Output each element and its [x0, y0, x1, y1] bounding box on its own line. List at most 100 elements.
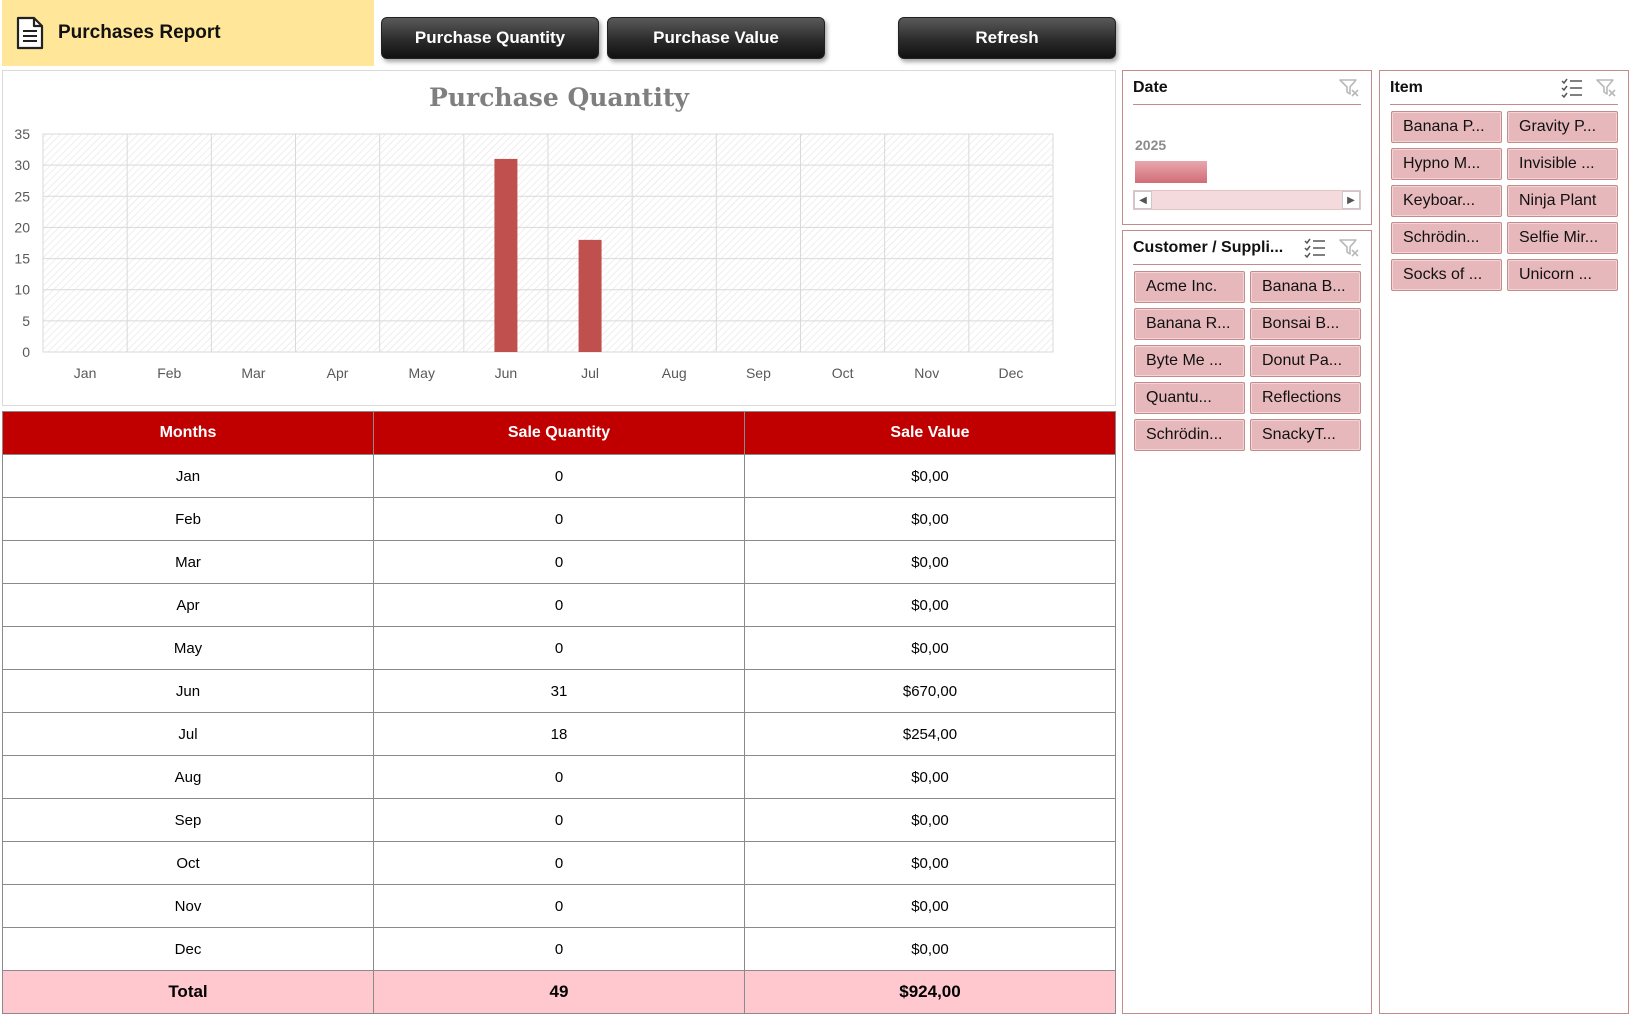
month-cell: Sep	[2, 798, 374, 842]
x-tick-label: Mar	[241, 365, 265, 381]
x-tick-label: Jul	[581, 365, 599, 381]
month-cell: Nov	[2, 884, 374, 928]
slicer-chip[interactable]: Invisible ...	[1507, 148, 1618, 180]
scroll-left-arrow-icon[interactable]: ◀	[1134, 191, 1152, 209]
y-tick-label: 10	[14, 282, 30, 298]
slicer-chip[interactable]: Banana P...	[1391, 111, 1502, 143]
chart-bar	[494, 158, 518, 352]
sale-quantity-cell: 0	[373, 497, 745, 541]
purchase-quantity-button[interactable]: Purchase Quantity	[381, 17, 599, 59]
y-tick-label: 20	[14, 219, 30, 235]
multi-select-icon[interactable]	[1560, 77, 1584, 99]
month-cell: Jan	[2, 454, 374, 498]
slicer-chip[interactable]: Socks of ...	[1391, 259, 1502, 291]
total-quantity-cell: 49	[373, 970, 745, 1014]
customer-chip-list: Acme Inc. Banana B... Banana R... Bonsai B.…	[1134, 271, 1361, 451]
sale-value-cell: $254,00	[744, 712, 1116, 756]
sale-quantity-cell: 0	[373, 884, 745, 928]
slicer-chip[interactable]: Banana R...	[1134, 308, 1245, 340]
table-row: Jul 18 $254,00	[2, 712, 1116, 756]
slicer-chip[interactable]: Gravity P...	[1507, 111, 1618, 143]
date-timeline-slicer: Date 2025 ◀ ▶	[1122, 70, 1372, 225]
item-chip-list: Banana P... Gravity P... Hypno M... Invisib…	[1391, 111, 1618, 291]
sale-value-cell: $0,00	[744, 884, 1116, 928]
x-tick-label: Jun	[495, 365, 518, 381]
sale-quantity-cell: 18	[373, 712, 745, 756]
y-tick-label: 25	[14, 188, 30, 204]
slicer-chip[interactable]: Donut Pa...	[1250, 345, 1361, 377]
table-row: Dec 0 $0,00	[2, 927, 1116, 971]
slicer-chip[interactable]: Keyboar...	[1391, 185, 1502, 217]
table-row: Nov 0 $0,00	[2, 884, 1116, 928]
sale-value-cell: $0,00	[744, 497, 1116, 541]
x-tick-label: Jan	[74, 365, 97, 381]
month-cell: Oct	[2, 841, 374, 885]
timeline-period-bar[interactable]	[1135, 161, 1207, 183]
slicer-chip[interactable]: Unicorn ...	[1507, 259, 1618, 291]
month-cell: Dec	[2, 927, 374, 971]
multi-select-icon[interactable]	[1303, 237, 1327, 259]
x-tick-label: Apr	[327, 365, 349, 381]
slicer-chip[interactable]: Reflections	[1250, 382, 1361, 414]
clear-filter-icon[interactable]	[1337, 77, 1361, 99]
table-row: Feb 0 $0,00	[2, 497, 1116, 541]
month-cell: Mar	[2, 540, 374, 584]
sale-value-cell: $0,00	[744, 454, 1116, 498]
slicer-chip[interactable]: Byte Me ...	[1134, 345, 1245, 377]
timeline-scrollbar[interactable]: ◀ ▶	[1133, 190, 1361, 210]
total-label-cell: Total	[2, 970, 374, 1014]
x-tick-label: May	[409, 365, 435, 381]
sale-quantity-cell: 0	[373, 626, 745, 670]
purchase-quantity-chart: Purchase Quantity 0 5 10 15 20 25 30 35 Jan Feb Ma…	[2, 70, 1116, 406]
table-row: Apr 0 $0,00	[2, 583, 1116, 627]
x-tick-label: Nov	[914, 365, 939, 381]
sale-value-cell: $0,00	[744, 755, 1116, 799]
scroll-right-arrow-icon[interactable]: ▶	[1342, 191, 1360, 209]
table-row: Mar 0 $0,00	[2, 540, 1116, 584]
slicer-chip[interactable]: Selfie Mir...	[1507, 222, 1618, 254]
slicer-chip[interactable]: Banana B...	[1250, 271, 1361, 303]
table-row: Aug 0 $0,00	[2, 755, 1116, 799]
table-row: Jun 31 $670,00	[2, 669, 1116, 713]
sale-quantity-cell: 0	[373, 755, 745, 799]
clear-filter-icon[interactable]	[1337, 237, 1361, 259]
slicer-chip[interactable]: Ninja Plant	[1507, 185, 1618, 217]
y-tick-label: 35	[14, 126, 30, 142]
monthly-purchases-table: Months Sale Quantity Sale Value Jan 0 $0,0…	[2, 411, 1116, 1014]
x-tick-label: Feb	[157, 365, 181, 381]
total-value-cell: $924,00	[744, 970, 1116, 1014]
slicer-title-date: Date	[1133, 78, 1168, 96]
sale-quantity-cell: 0	[373, 583, 745, 627]
sale-value-cell: $670,00	[744, 669, 1116, 713]
slicer-header: Item	[1390, 71, 1618, 105]
sale-value-cell: $0,00	[744, 927, 1116, 971]
sale-quantity-cell: 0	[373, 798, 745, 842]
slicer-chip[interactable]: Acme Inc.	[1134, 271, 1245, 303]
item-slicer: Item Banana P... Gravity P... Hypno M... In…	[1379, 70, 1629, 1014]
customer-supplier-slicer: Customer / Suppli... Acme Inc. Banana B..…	[1122, 230, 1372, 1014]
sale-quantity-cell: 0	[373, 841, 745, 885]
refresh-button[interactable]: Refresh	[898, 17, 1116, 59]
purchase-value-button[interactable]: Purchase Value	[607, 17, 825, 59]
y-tick-label: 5	[22, 313, 30, 329]
clear-filter-icon[interactable]	[1594, 77, 1618, 99]
y-tick-label: 15	[14, 251, 30, 267]
sale-quantity-cell: 0	[373, 454, 745, 498]
slicer-chip[interactable]: Quantu...	[1134, 382, 1245, 414]
document-icon	[16, 16, 44, 50]
month-cell: Jun	[2, 669, 374, 713]
slicer-chip[interactable]: Schrödin...	[1134, 419, 1245, 451]
x-tick-label: Sep	[746, 365, 771, 381]
sale-quantity-cell: 31	[373, 669, 745, 713]
table-row: Jan 0 $0,00	[2, 454, 1116, 498]
page-title: Purchases Report	[58, 22, 221, 43]
y-tick-label: 30	[14, 157, 30, 173]
slicer-chip[interactable]: Hypno M...	[1391, 148, 1502, 180]
sale-quantity-cell: 0	[373, 927, 745, 971]
slicer-chip[interactable]: SnackyT...	[1250, 419, 1361, 451]
slicer-chip[interactable]: Bonsai B...	[1250, 308, 1361, 340]
slicer-title-item: Item	[1390, 78, 1423, 96]
table-row: May 0 $0,00	[2, 626, 1116, 670]
slicer-chip[interactable]: Schrödin...	[1391, 222, 1502, 254]
month-cell: Aug	[2, 755, 374, 799]
